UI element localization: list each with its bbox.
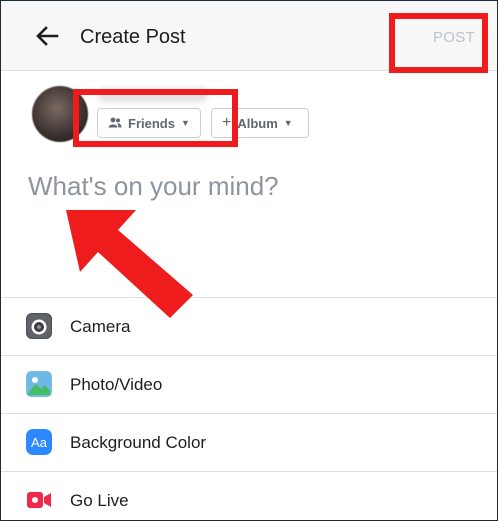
- background-color-icon: Aa: [26, 429, 52, 455]
- option-label: Go Live: [70, 490, 129, 510]
- chevron-down-icon: ▼: [283, 118, 293, 128]
- post-options-list: Camera Photo/Video Aa Background Color G…: [1, 297, 497, 529]
- top-bar: Create Post POST: [1, 1, 497, 71]
- option-label: Camera: [70, 316, 131, 336]
- camera-icon: [26, 313, 52, 339]
- audience-label: Friends: [128, 115, 175, 131]
- album-selector[interactable]: + Album ▼: [211, 108, 309, 138]
- option-camera[interactable]: Camera: [1, 297, 497, 355]
- post-text-input[interactable]: What's on your mind?: [28, 171, 279, 202]
- chevron-down-icon: ▼: [180, 118, 190, 128]
- friends-icon: [108, 116, 122, 131]
- plus-icon: +: [222, 114, 232, 131]
- option-photo-video[interactable]: Photo/Video: [1, 355, 497, 413]
- post-button[interactable]: POST: [433, 29, 475, 46]
- photo-video-icon: [26, 371, 52, 397]
- go-live-icon: [26, 487, 52, 513]
- audience-selector[interactable]: Friends ▼: [97, 108, 201, 138]
- avatar: [32, 86, 88, 142]
- blurred-user-name: [98, 88, 208, 102]
- page-title: Create Post: [80, 26, 186, 48]
- option-go-live[interactable]: Go Live: [1, 471, 497, 529]
- option-label: Background Color: [70, 432, 207, 452]
- back-arrow-icon[interactable]: [35, 25, 59, 47]
- album-label: Album: [237, 115, 278, 131]
- option-background-color[interactable]: Aa Background Color: [1, 413, 497, 471]
- option-label: Photo/Video: [70, 374, 163, 394]
